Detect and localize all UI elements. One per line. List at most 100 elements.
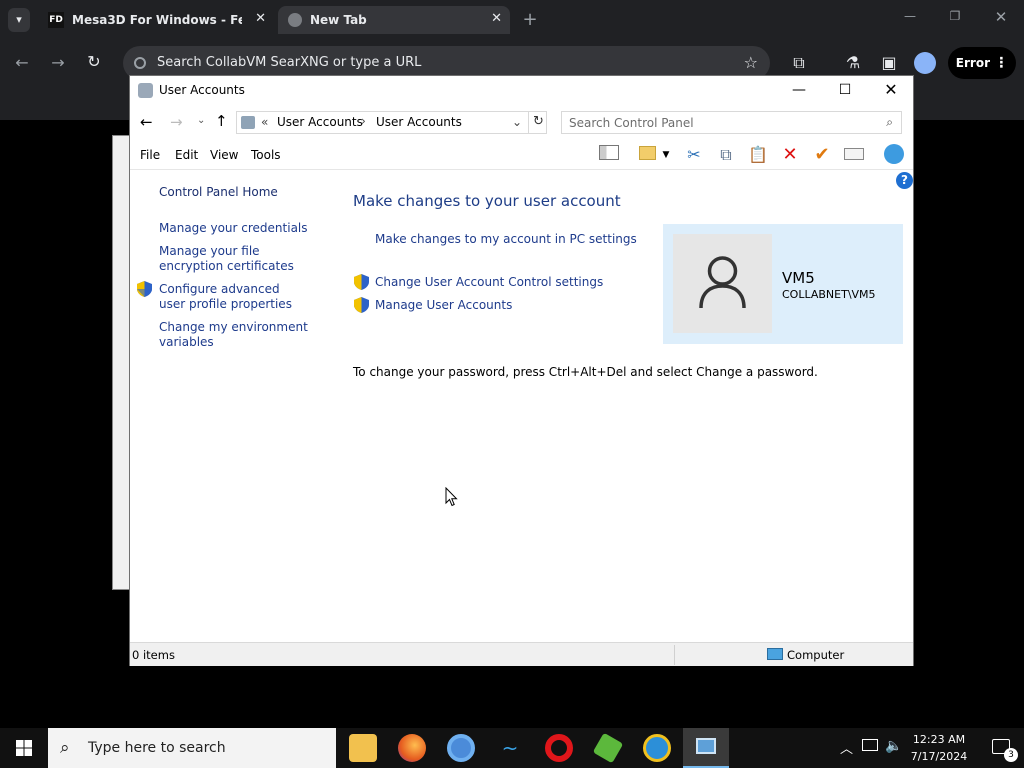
menu-file[interactable]: File <box>140 148 160 162</box>
close-window-icon[interactable]: ✕ <box>991 8 1011 26</box>
new-tab-button[interactable]: + <box>520 9 540 30</box>
volume-muted-icon[interactable]: 🔈 <box>885 738 902 754</box>
menu-edit[interactable]: Edit <box>175 148 198 162</box>
clock-date: 7/17/2024 <box>910 750 968 763</box>
back-arrow-icon[interactable]: ← <box>140 113 153 131</box>
user-domain: COLLABNET\VM5 <box>782 288 876 301</box>
back-icon[interactable]: ← <box>12 53 32 72</box>
user-card: VM5 COLLABNET\VM5 <box>663 224 903 344</box>
recent-locations-icon[interactable]: ⌄ <box>197 115 205 126</box>
help-icon[interactable]: ? <box>896 172 913 189</box>
close-button[interactable]: ✕ <box>868 76 914 106</box>
labs-flask-icon[interactable]: ⚗ <box>843 53 863 72</box>
notifications-button[interactable]: 3 <box>980 728 1024 768</box>
error-button[interactable]: Error ⋮ <box>948 47 1016 79</box>
advanced-profile-link[interactable]: Configure advanced user profile properti… <box>159 282 309 312</box>
taskbar-search-placeholder: Type here to search <box>88 740 226 756</box>
refresh-button[interactable]: ↻ <box>528 111 548 134</box>
status-bar: 0 items Computer <box>130 642 913 666</box>
password-note: To change your password, press Ctrl+Alt+… <box>353 365 818 379</box>
tab-mesa3d[interactable]: FD Mesa3D For Windows - Federi ✕ <box>38 6 274 34</box>
notification-count: 3 <box>1004 748 1018 762</box>
chevron-up-icon[interactable]: ︿ <box>840 738 853 757</box>
breadcrumb-user-accounts-2[interactable]: User Accounts <box>376 115 462 129</box>
omnibox-placeholder: Search CollabVM SearXNG or type a URL <box>157 55 422 70</box>
title-bar[interactable]: User Accounts — ☐ ✕ <box>130 76 913 106</box>
menu-bar: File Edit View Tools ▼ ✂ ⧉ 📋 ✕ ✔ ? <box>130 140 913 189</box>
close-tab-icon[interactable]: ✕ <box>491 11 502 26</box>
window-title: User Accounts <box>159 83 245 97</box>
manage-user-accounts-link[interactable]: Manage User Accounts <box>375 298 512 313</box>
environment-variables-link[interactable]: Change my environment variables <box>159 320 309 350</box>
profile-avatar-icon[interactable] <box>914 52 936 74</box>
layout-pane-icon[interactable] <box>597 144 621 166</box>
dolphin-icon[interactable]: ~ <box>496 734 524 762</box>
restore-icon[interactable]: ❐ <box>945 9 965 23</box>
item-count: 0 items <box>132 648 175 662</box>
breadcrumb-overflow[interactable]: « <box>261 115 268 129</box>
start-button[interactable] <box>0 728 48 768</box>
file-encryption-link[interactable]: Manage your file encryption certificates <box>159 244 324 274</box>
extensions-icon[interactable]: ⧉ <box>789 53 809 73</box>
menu-tools[interactable]: Tools <box>251 148 281 162</box>
pc-settings-link[interactable]: Make changes to my account in PC setting… <box>375 232 637 247</box>
users-icon <box>138 83 153 98</box>
up-arrow-icon[interactable]: ↑ <box>215 112 228 130</box>
world-icon[interactable] <box>882 144 906 166</box>
forward-icon[interactable]: → <box>48 53 68 72</box>
network-icon[interactable] <box>862 739 878 751</box>
taskbar-search-box[interactable]: ⌕ Type here to search <box>48 728 336 768</box>
uac-settings-link[interactable]: Change User Account Control settings <box>375 275 603 290</box>
globe-icon <box>288 13 302 27</box>
search-icon[interactable]: ⌕ <box>886 115 893 130</box>
search-icon: ⌕ <box>60 738 70 758</box>
bookmark-star-icon[interactable]: ☆ <box>744 53 758 72</box>
close-tab-icon[interactable]: ✕ <box>255 11 266 26</box>
forward-arrow-icon[interactable]: → <box>170 113 183 131</box>
minimize-icon[interactable]: — <box>900 9 920 23</box>
search-control-panel-input[interactable]: Search Control Panel ⌕ <box>561 111 902 134</box>
rename-icon[interactable] <box>842 144 866 166</box>
new-folder-icon[interactable] <box>635 144 659 166</box>
breadcrumb-separator[interactable]: › <box>361 114 366 128</box>
tab-title: Mesa3D For Windows - Federi <box>72 13 242 27</box>
taskbar: ⌕ Type here to search ~ ︿ 🔈 12:23 AM 7/1… <box>0 728 1024 768</box>
control-panel-taskbar-button[interactable] <box>683 728 729 768</box>
address-dropdown-icon[interactable]: ⌄ <box>512 115 522 129</box>
address-row: ← → ⌄ ↑ « User Accounts › User Accounts … <box>130 108 913 138</box>
cut-icon[interactable]: ✂ <box>682 144 706 166</box>
tab-search-button[interactable]: ▾ <box>8 8 30 32</box>
tab-title: New Tab <box>310 13 367 27</box>
firefox-icon[interactable] <box>398 734 426 762</box>
paste-icon[interactable]: 📋 <box>746 144 770 166</box>
delete-icon[interactable]: ✕ <box>778 144 802 166</box>
dropdown-arrow-icon[interactable]: ▼ <box>660 144 672 166</box>
address-bar[interactable]: « User Accounts › User Accounts ⌄ <box>236 111 547 134</box>
copy-icon[interactable]: ⧉ <box>714 144 738 166</box>
site-info-icon[interactable] <box>134 57 146 69</box>
control-panel-home-link[interactable]: Control Panel Home <box>159 185 278 200</box>
fd-favicon-icon: FD <box>48 12 64 28</box>
breadcrumb-user-accounts-1[interactable]: User Accounts <box>277 115 363 129</box>
manage-credentials-link[interactable]: Manage your credentials <box>159 221 308 236</box>
internet-explorer-icon[interactable] <box>643 734 671 762</box>
control-panel-icon <box>696 738 716 754</box>
reload-icon[interactable]: ↻ <box>84 52 104 71</box>
side-panel-icon[interactable]: ▣ <box>879 53 899 72</box>
green-cube-icon[interactable] <box>592 732 624 764</box>
clock-time: 12:23 AM <box>912 733 966 746</box>
uac-shield-icon <box>354 297 369 313</box>
minimize-button[interactable]: — <box>776 76 822 106</box>
maximize-button[interactable]: ☐ <box>822 76 868 106</box>
computer-icon <box>767 648 783 660</box>
chromium-icon[interactable] <box>447 734 475 762</box>
system-clock[interactable]: 12:23 AM 7/17/2024 <box>908 731 970 765</box>
error-label: Error <box>955 56 990 70</box>
properties-check-icon[interactable]: ✔ <box>810 144 834 166</box>
menu-view[interactable]: View <box>210 148 238 162</box>
uac-shield-icon <box>354 274 369 290</box>
tab-new-tab[interactable]: New Tab ✕ <box>278 6 510 34</box>
page-heading: Make changes to your user account <box>353 192 621 210</box>
file-explorer-icon[interactable] <box>349 734 377 762</box>
opera-icon[interactable] <box>545 734 573 762</box>
